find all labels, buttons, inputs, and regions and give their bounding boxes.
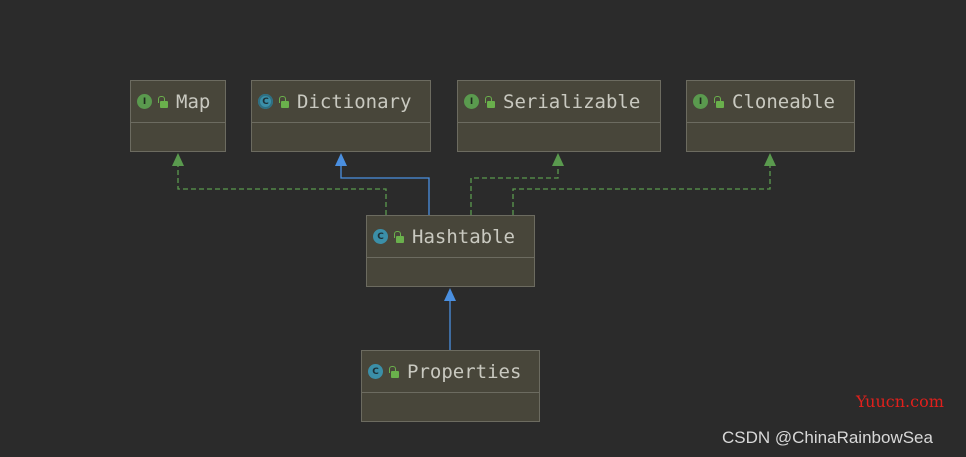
arrowhead-cloneable: [764, 153, 776, 166]
class-icon: C: [368, 364, 383, 379]
edge-hashtable-dictionary: [340, 165, 430, 215]
node-dictionary-name: Dictionary: [297, 90, 412, 113]
node-dictionary[interactable]: C Dictionary: [251, 80, 431, 152]
edge-hashtable-map: [177, 164, 387, 215]
public-lock-icon: [157, 95, 168, 108]
public-lock-icon: [278, 95, 289, 108]
node-serializable[interactable]: I Serializable: [457, 80, 661, 152]
arrowhead-hashtable: [444, 288, 456, 301]
node-cloneable[interactable]: I Cloneable: [686, 80, 855, 152]
node-map-name: Map: [176, 90, 211, 113]
node-dictionary-header: C Dictionary: [252, 81, 430, 123]
uml-diagram-canvas: I Map C Dictionary I Serializable I Clon…: [0, 0, 966, 457]
arrowhead-dictionary: [335, 153, 347, 166]
interface-icon: I: [693, 94, 708, 109]
node-hashtable-name: Hashtable: [412, 225, 515, 248]
arrowhead-map: [172, 153, 184, 166]
public-lock-icon: [388, 365, 399, 378]
interface-icon: I: [464, 94, 479, 109]
abstract-class-icon: C: [258, 94, 273, 109]
node-map[interactable]: I Map: [130, 80, 226, 152]
interface-icon: I: [137, 94, 152, 109]
arrowhead-serializable: [552, 153, 564, 166]
node-properties-header: C Properties: [362, 351, 539, 393]
node-serializable-header: I Serializable: [458, 81, 660, 123]
edge-hashtable-cloneable: [512, 164, 771, 215]
public-lock-icon: [484, 95, 495, 108]
node-hashtable-header: C Hashtable: [367, 216, 534, 258]
node-map-header: I Map: [131, 81, 225, 123]
node-properties-name: Properties: [407, 360, 522, 383]
node-hashtable[interactable]: C Hashtable: [366, 215, 535, 287]
node-serializable-name: Serializable: [503, 90, 641, 113]
node-properties[interactable]: C Properties: [361, 350, 540, 422]
public-lock-icon: [713, 95, 724, 108]
public-lock-icon: [393, 230, 404, 243]
author-watermark: CSDN @ChinaRainbowSea: [722, 428, 933, 447]
node-cloneable-header: I Cloneable: [687, 81, 854, 123]
node-cloneable-name: Cloneable: [732, 90, 835, 113]
class-icon: C: [373, 229, 388, 244]
site-watermark: Yuucn.com: [856, 392, 944, 411]
